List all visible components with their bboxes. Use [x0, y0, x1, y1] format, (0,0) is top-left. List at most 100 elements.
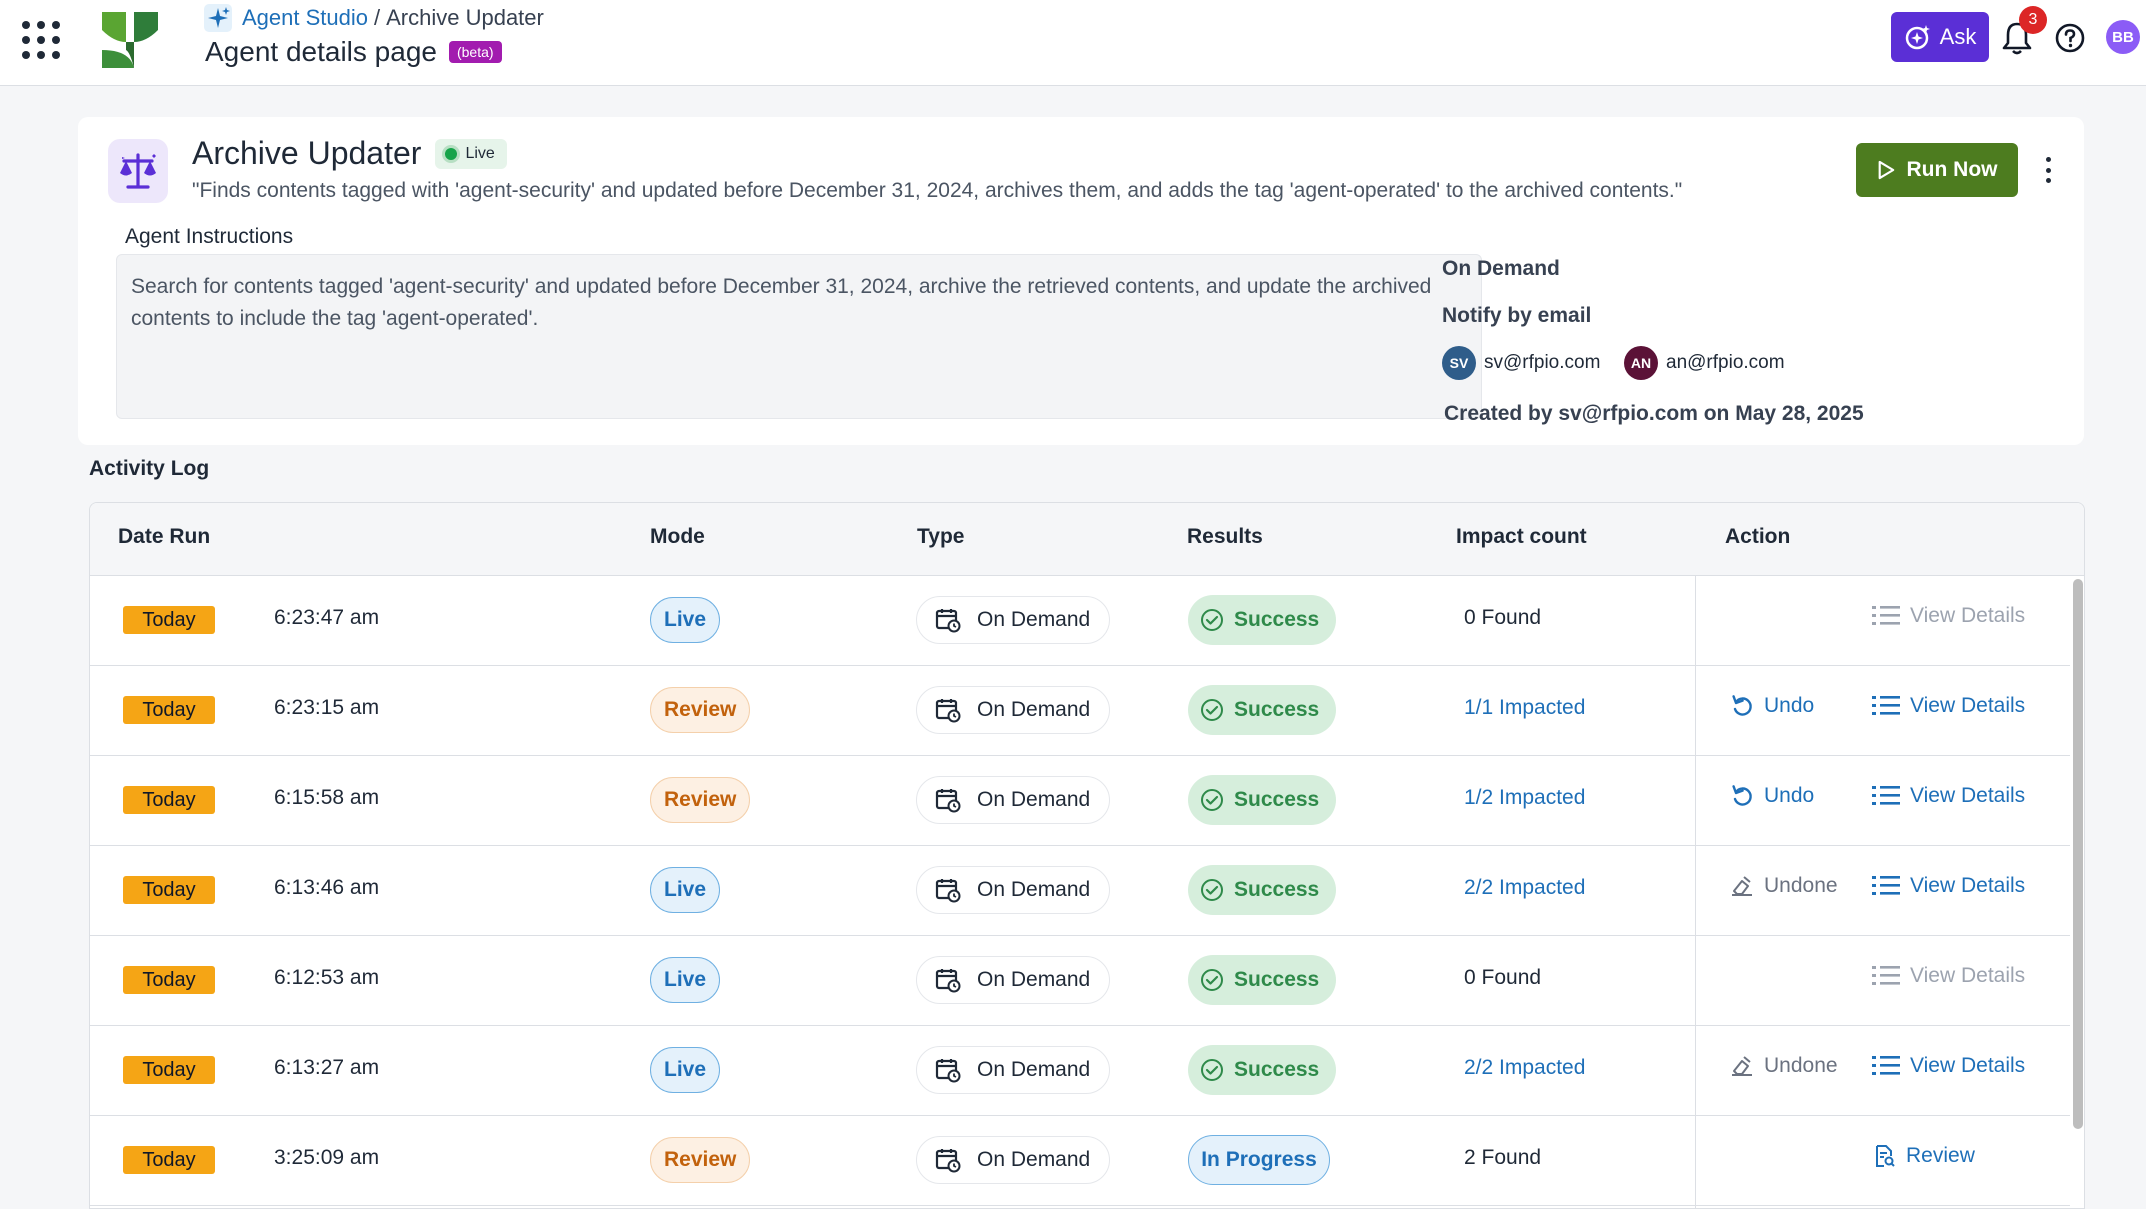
view-details-label: View Details	[1910, 604, 2026, 627]
document-review-icon	[1876, 1145, 1895, 1167]
type-badge: On Demand	[916, 1046, 1110, 1094]
date-badge: Today	[123, 786, 215, 814]
undo-icon	[1732, 785, 1752, 806]
page-title: Agent details page (beta)	[205, 36, 502, 68]
date-badge: Today	[123, 876, 215, 904]
run-now-button[interactable]: Run Now	[1856, 143, 2018, 197]
scale-balance-icon	[120, 153, 156, 189]
view-details-button[interactable]: View Details	[1872, 1054, 2025, 1078]
undone-label: Undone	[1764, 874, 1838, 897]
help-icon[interactable]	[2054, 22, 2086, 54]
column-impact-count: Impact count	[1456, 525, 1587, 548]
mode-badge: Live	[650, 597, 721, 643]
impact-count[interactable]: 2/2 Impacted	[1464, 1056, 1585, 1080]
breadcrumb-separator: /	[373, 5, 381, 30]
view-details-button[interactable]: View Details	[1872, 874, 2025, 898]
mode-badge: Review	[650, 777, 751, 823]
type-badge: On Demand	[916, 866, 1110, 914]
table-row: Today 6:15:58 am Review On Demand Success 1/2…	[90, 756, 2070, 846]
recipient-chip: SV sv@rfpio.com	[1442, 346, 1600, 380]
breadcrumb-current: Archive Updater	[386, 5, 544, 30]
result-badge: Success	[1188, 595, 1336, 645]
view-details-button[interactable]: View Details	[1872, 694, 2025, 718]
view-details-button[interactable]: View Details	[1872, 604, 2025, 628]
company-logo	[102, 12, 158, 68]
view-details-label: View Details	[1910, 874, 2026, 897]
table-row: Today 3:25:09 am Review On Demand In Progres…	[90, 1116, 2070, 1206]
ask-button[interactable]: Ask	[1891, 12, 1989, 62]
undo-label: Undo	[1764, 694, 1815, 717]
table-row: Today 6:23:47 am Live On Demand Success 0 Fou…	[90, 576, 2070, 666]
recipient-avatar: AN	[1624, 346, 1658, 380]
column-results: Results	[1187, 525, 1263, 548]
calendar-clock-icon	[935, 609, 961, 633]
date-badge: Today	[123, 606, 215, 634]
table-row: Today 6:12:53 am Live On Demand Success 0 Fou…	[90, 936, 2070, 1026]
undone-status: Undone	[1730, 874, 1838, 898]
run-now-label: Run Now	[1906, 158, 1998, 181]
run-time: 6:13:27 am	[274, 1056, 380, 1079]
check-circle-icon	[1201, 789, 1223, 811]
list-icon	[1872, 606, 1900, 625]
impact-count[interactable]: 1/1 Impacted	[1464, 696, 1585, 720]
impact-count[interactable]: 2/2 Impacted	[1464, 876, 1585, 900]
type-label: On Demand	[977, 1148, 1091, 1171]
date-badge: Today	[123, 1056, 215, 1084]
result-badge: In Progress	[1188, 1135, 1330, 1185]
table-row: Today 6:13:46 am Live On Demand Success 2/2 I…	[90, 846, 2070, 936]
instructions-label: Agent Instructions	[125, 225, 294, 248]
view-details-label: View Details	[1910, 784, 2026, 807]
calendar-clock-icon	[935, 789, 961, 813]
result-label: Success	[1234, 1058, 1320, 1081]
agent-name-text: Archive Updater	[192, 135, 422, 171]
breadcrumb-agent-studio[interactable]: Agent Studio	[242, 5, 368, 31]
ask-sparkle-icon	[1905, 25, 1930, 50]
agent-status-badge: Live	[435, 138, 507, 169]
play-icon	[1878, 160, 1894, 180]
view-details-button[interactable]: View Details	[1872, 964, 2025, 988]
result-label: Success	[1234, 878, 1320, 901]
review-button[interactable]: Review	[1872, 1144, 1975, 1168]
page-title-text: Agent details page	[205, 36, 437, 67]
impact-count: 2 Found	[1464, 1146, 1542, 1169]
user-avatar[interactable]: BB	[2106, 20, 2140, 54]
eraser-icon	[1732, 1056, 1752, 1076]
recipient-email: an@rfpio.com	[1666, 352, 1785, 373]
result-badge: Success	[1188, 865, 1336, 915]
impact-count: 0 Found	[1464, 966, 1542, 989]
trigger-label: On Demand	[1442, 257, 1560, 280]
type-label: On Demand	[977, 968, 1091, 991]
agent-name: Archive Updater Live	[192, 135, 507, 172]
table-row: Today 6:13:27 am Live On Demand Success 2/2 I…	[90, 1026, 2070, 1116]
notify-label: Notify by email	[1442, 304, 1592, 327]
result-badge: Success	[1188, 955, 1336, 1005]
table-header: Date Run Mode Type Results Impact count …	[90, 503, 2084, 576]
undo-label: Undo	[1764, 784, 1815, 807]
result-label: Success	[1234, 608, 1320, 631]
sparkle-icon	[204, 4, 232, 32]
app-launcher-icon[interactable]	[18, 17, 62, 61]
mode-badge: Live	[650, 1047, 721, 1093]
notification-badge: 3	[2019, 6, 2047, 34]
type-badge: On Demand	[916, 596, 1110, 644]
view-details-label: View Details	[1910, 694, 2026, 717]
run-time: 6:12:53 am	[274, 966, 380, 989]
calendar-clock-icon	[935, 879, 961, 903]
status-dot-icon	[445, 147, 458, 160]
beta-badge: (beta)	[448, 41, 502, 63]
view-details-button[interactable]: View Details	[1872, 784, 2025, 808]
undo-button[interactable]: Undo	[1730, 694, 1814, 718]
more-options-icon[interactable]	[2038, 153, 2058, 187]
run-time: 6:15:58 am	[274, 786, 380, 809]
column-type: Type	[917, 525, 965, 548]
result-badge: Success	[1188, 1045, 1336, 1095]
column-date-run: Date Run	[118, 525, 211, 548]
check-circle-icon	[1201, 1059, 1223, 1081]
run-time: 6:13:46 am	[274, 876, 380, 899]
undo-button[interactable]: Undo	[1730, 784, 1814, 808]
undone-label: Undone	[1764, 1054, 1838, 1077]
impact-count[interactable]: 1/2 Impacted	[1464, 786, 1585, 810]
scrollbar-thumb[interactable]	[2073, 579, 2083, 1129]
list-icon	[1872, 1056, 1900, 1075]
list-icon	[1872, 876, 1900, 895]
